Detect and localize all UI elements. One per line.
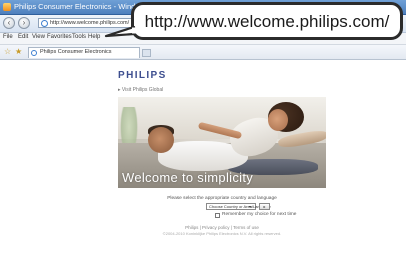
page-icon: [41, 20, 48, 27]
tab-philips[interactable]: Philips Consumer Electronics: [28, 47, 140, 58]
tab-label: Philips Consumer Electronics: [40, 49, 112, 55]
tab-bar: ☆ ★ Philips Consumer Electronics: [0, 45, 406, 60]
remember-label: Remember my choice for next time: [222, 212, 297, 217]
page-content: PHILIPS ▸ Visit Philips Global Welcome t…: [0, 60, 406, 263]
favorites-star-icon[interactable]: ☆: [4, 47, 11, 56]
hero-image: Welcome to simplicity: [118, 97, 326, 188]
tab-page-icon: [31, 50, 37, 56]
hero-tagline: Welcome to simplicity: [122, 170, 254, 185]
callout-url: http://www.welcome.philips.com/: [144, 12, 390, 31]
url-callout: http://www.welcome.philips.com/: [131, 2, 403, 40]
hero-woman-head: [268, 109, 288, 131]
menu-help[interactable]: Help: [88, 34, 100, 40]
menu-view[interactable]: View: [32, 34, 45, 40]
visit-global-link[interactable]: ▸ Visit Philips Global: [118, 87, 163, 93]
callout-pointer: [104, 26, 136, 38]
browser-window: Philips Consumer Electronics - Windows I…: [0, 0, 406, 263]
ie-logo-icon: [3, 3, 11, 11]
footer-links[interactable]: Philips | Privacy policy | Terms of use: [118, 225, 326, 230]
country-select[interactable]: Choose Country or Area/Language ▾: [206, 203, 271, 210]
copyright: ©2004-2010 Koninklijke Philips Electroni…: [162, 231, 282, 236]
hero-man-head: [148, 127, 174, 153]
menu-edit[interactable]: Edit: [18, 34, 28, 40]
menu-file[interactable]: File: [3, 34, 13, 40]
go-button[interactable]: ▸: [259, 203, 270, 210]
menu-favorites[interactable]: Favorites: [47, 34, 72, 40]
add-favorites-icon[interactable]: ★: [15, 47, 22, 56]
menu-tools[interactable]: Tools: [72, 34, 86, 40]
philips-logo[interactable]: PHILIPS: [118, 70, 167, 81]
country-row: Choose Country or Area/Language ▾ ▸: [206, 203, 272, 211]
back-icon[interactable]: ‹: [3, 17, 15, 29]
forward-icon[interactable]: ›: [18, 17, 30, 29]
select-caption: Please select the appropriate country an…: [167, 196, 277, 201]
new-tab-icon[interactable]: [142, 49, 151, 57]
dropdown-arrow-icon: ▾: [249, 204, 252, 209]
remember-checkbox[interactable]: [215, 213, 220, 218]
